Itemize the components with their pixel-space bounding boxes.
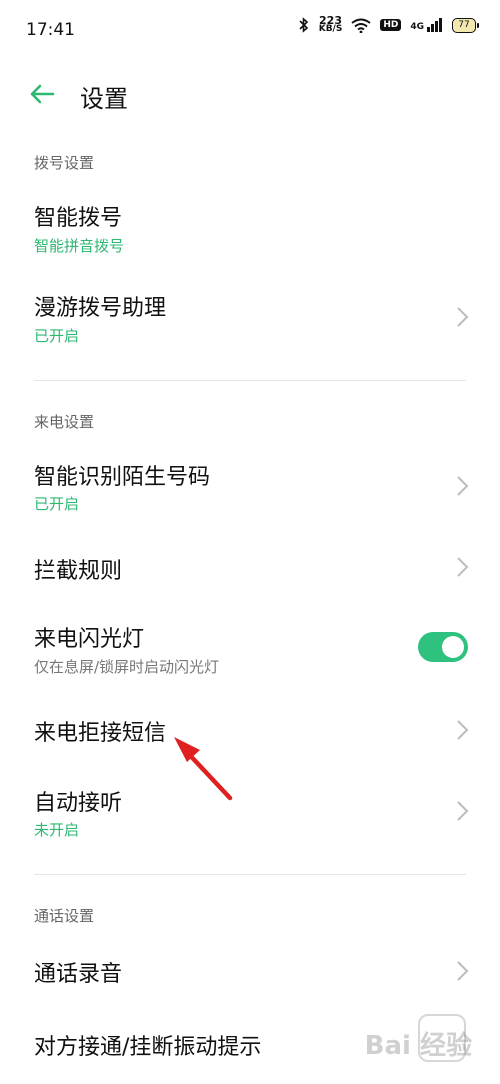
chevron-right-icon bbox=[457, 557, 469, 577]
chevron-right-icon bbox=[457, 961, 469, 981]
flash-toggle[interactable] bbox=[418, 632, 468, 662]
item-title: 智能识别陌生号码 bbox=[34, 465, 211, 490]
section-header-incoming: 来电设置 bbox=[34, 413, 95, 431]
item-title: 拦截规则 bbox=[34, 559, 123, 584]
call-recording-item[interactable]: 通话录音 bbox=[0, 940, 500, 1004]
signal-icon: 4G bbox=[410, 18, 443, 32]
hd-badge: HD bbox=[380, 19, 402, 31]
item-subtitle: 仅在息屏/锁屏时启动闪光灯 bbox=[34, 658, 220, 676]
chevron-right-icon bbox=[457, 801, 469, 821]
block-rules-item[interactable]: 拦截规则 bbox=[0, 535, 500, 599]
divider bbox=[34, 874, 466, 875]
smart-dial-item[interactable]: 智能拨号 智能拼音拨号 bbox=[0, 190, 500, 270]
bluetooth-icon bbox=[299, 17, 308, 33]
arrow-left-icon[interactable] bbox=[28, 80, 56, 108]
network-type: 4G bbox=[410, 22, 424, 32]
incoming-flash-item: 来电闪光灯 仅在息屏/锁屏时启动闪光灯 bbox=[0, 610, 500, 690]
network-speed: 223 KB/S bbox=[318, 15, 343, 34]
page-title: 设置 bbox=[80, 85, 128, 113]
battery-icon: 77 bbox=[452, 17, 479, 33]
divider bbox=[34, 380, 466, 381]
toggle-knob bbox=[442, 636, 464, 658]
status-icons: 223 KB/S HD 4G 77 bbox=[298, 15, 479, 34]
item-subtitle: 已开启 bbox=[34, 327, 80, 345]
item-title: 自动接听 bbox=[34, 791, 123, 816]
item-subtitle: 未开启 bbox=[34, 821, 80, 839]
chevron-right-icon bbox=[457, 476, 469, 496]
identify-stranger-item[interactable]: 智能识别陌生号码 已开启 bbox=[0, 450, 500, 530]
chevron-right-icon bbox=[457, 307, 469, 327]
item-title: 通话录音 bbox=[34, 962, 123, 987]
item-title: 来电拒接短信 bbox=[34, 721, 167, 746]
section-header-dial: 拨号设置 bbox=[34, 154, 95, 172]
chevron-right-icon bbox=[457, 720, 469, 740]
item-subtitle: 已开启 bbox=[34, 495, 80, 513]
roaming-dial-item[interactable]: 漫游拨号助理 已开启 bbox=[0, 280, 500, 360]
item-title: 来电闪光灯 bbox=[34, 627, 145, 652]
item-title: 漫游拨号助理 bbox=[34, 296, 167, 321]
speed-unit: KB/S bbox=[318, 24, 343, 34]
auto-answer-item[interactable]: 自动接听 未开启 bbox=[0, 775, 500, 855]
item-title: 智能拨号 bbox=[34, 206, 123, 231]
item-title: 对方接通/挂断振动提示 bbox=[34, 1035, 262, 1060]
watermark: Bai 经验 bbox=[364, 1031, 472, 1061]
reject-sms-item[interactable]: 来电拒接短信 bbox=[0, 700, 500, 764]
section-header-call: 通话设置 bbox=[34, 907, 95, 925]
item-subtitle: 智能拼音拨号 bbox=[34, 237, 125, 255]
status-time: 17:41 bbox=[26, 20, 75, 40]
wifi-icon bbox=[351, 18, 371, 33]
annotation-arrow-icon bbox=[174, 737, 233, 801]
